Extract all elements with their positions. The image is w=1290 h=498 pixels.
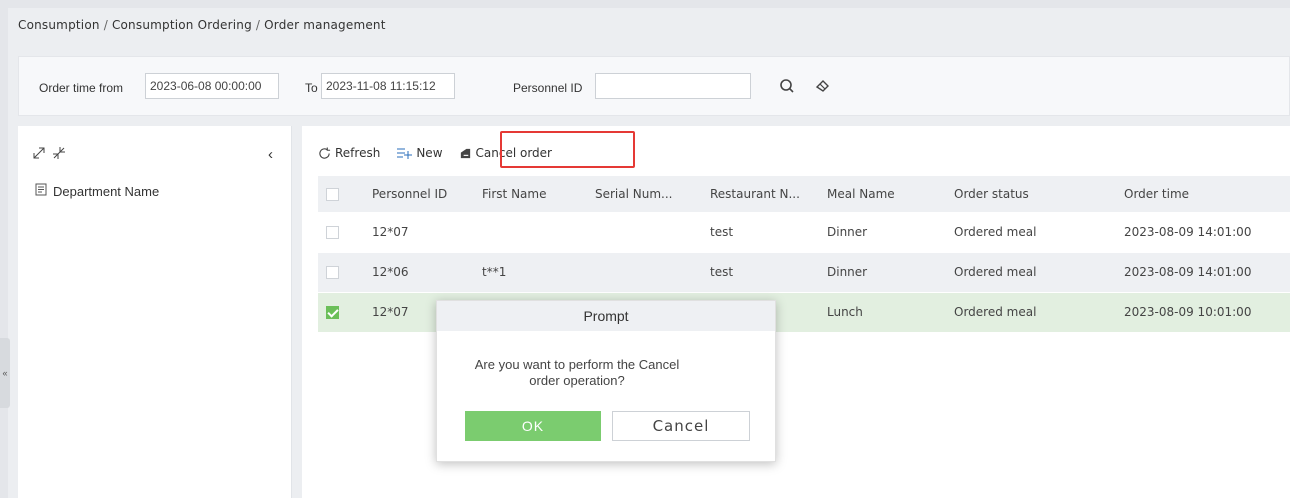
cell-serial-num xyxy=(587,212,702,253)
cell-restaurant: test xyxy=(702,252,819,293)
order-time-to-input[interactable]: 2023-11-08 11:15:12 xyxy=(321,73,455,99)
row-checkbox-checked[interactable] xyxy=(326,306,339,319)
department-panel: ‹ Department Name xyxy=(18,126,292,498)
breadcrumb-item-consumption-ordering[interactable]: Consumption Ordering xyxy=(112,18,252,32)
cell-serial-num xyxy=(587,252,702,293)
cell-order-status: Ordered meal xyxy=(946,252,1116,293)
personnel-id-input[interactable] xyxy=(595,73,751,99)
cancel-button[interactable]: Cancel xyxy=(612,411,750,441)
new-button[interactable]: New xyxy=(396,146,443,160)
column-header-personnel-id[interactable]: Personnel ID xyxy=(364,176,474,212)
breadcrumb-separator: / xyxy=(103,18,108,32)
collapse-all-icon[interactable] xyxy=(52,146,66,163)
cell-personnel-id: 12*06 xyxy=(364,252,474,293)
ok-button[interactable]: OK xyxy=(465,411,601,441)
cell-meal-name: Dinner xyxy=(819,252,946,293)
cell-order-time: 2023-08-09 10:01:00 xyxy=(1116,292,1290,333)
refresh-button[interactable]: Refresh xyxy=(318,146,380,160)
cell-meal-name: Lunch xyxy=(819,292,946,333)
breadcrumb-item-consumption[interactable]: Consumption xyxy=(18,18,100,32)
eraser-icon[interactable] xyxy=(811,74,835,98)
column-header-meal-name[interactable]: Meal Name xyxy=(819,176,946,212)
document-icon xyxy=(35,183,47,199)
dialog-title: Prompt xyxy=(437,301,775,331)
cancel-order-icon xyxy=(460,148,470,158)
cell-order-status: Ordered meal xyxy=(946,292,1116,333)
tree-node-label: Department Name xyxy=(53,183,160,199)
breadcrumb: Consumption / Consumption Ordering / Order m… xyxy=(18,18,386,32)
cell-order-status: Ordered meal xyxy=(946,212,1116,253)
cancel-order-highlight xyxy=(500,131,635,168)
select-all-header[interactable] xyxy=(318,176,364,212)
dialog-message: Are you want to perform the Cancel order… xyxy=(474,357,680,388)
table-row[interactable]: 12*06 t**1 test Dinner Ordered meal 2023… xyxy=(318,252,1290,293)
row-checkbox[interactable] xyxy=(326,225,339,239)
collapse-panel-arrow[interactable]: ‹ xyxy=(268,146,273,163)
column-header-first-name[interactable]: First Name xyxy=(474,176,587,212)
expand-all-icon[interactable] xyxy=(32,146,46,163)
select-all-checkbox[interactable] xyxy=(326,188,339,201)
row-checkbox[interactable] xyxy=(326,266,339,279)
filter-bar: Order time from 2023-06-08 00:00:00 To 2… xyxy=(18,56,1290,116)
cell-first-name xyxy=(474,212,587,253)
column-header-serial-num[interactable]: Serial Num... xyxy=(587,176,702,212)
cell-restaurant: test xyxy=(702,212,819,253)
add-list-icon xyxy=(397,148,413,159)
search-icon[interactable] xyxy=(775,74,799,98)
order-time-from-input[interactable]: 2023-06-08 00:00:00 xyxy=(145,73,279,99)
to-label: To xyxy=(305,81,318,95)
refresh-label: Refresh xyxy=(335,146,381,160)
column-header-order-time[interactable]: Order time xyxy=(1116,176,1290,212)
table-row[interactable]: 12*07 test Dinner Ordered meal 2023-08-0… xyxy=(318,212,1290,253)
cell-order-time: 2023-08-09 14:01:00 xyxy=(1116,252,1290,293)
new-label: New xyxy=(416,146,443,160)
column-header-order-status[interactable]: Order status xyxy=(946,176,1116,212)
cell-personnel-id: 12*07 xyxy=(364,212,474,253)
cell-order-time: 2023-08-09 14:01:00 xyxy=(1116,212,1290,253)
prompt-dialog: Prompt Are you want to perform the Cance… xyxy=(436,300,776,462)
tree-node-department[interactable]: Department Name xyxy=(35,183,159,199)
personnel-id-label: Personnel ID xyxy=(513,81,583,95)
side-panel-handle[interactable]: « xyxy=(0,338,10,408)
cell-meal-name: Dinner xyxy=(819,212,946,253)
table-header-row: Personnel ID First Name Serial Num... Re… xyxy=(318,176,1290,212)
refresh-icon xyxy=(319,146,331,159)
column-header-restaurant[interactable]: Restaurant N... xyxy=(702,176,819,212)
cell-first-name: t**1 xyxy=(474,252,587,293)
order-time-from-label: Order time from xyxy=(39,81,124,95)
breadcrumb-separator: / xyxy=(255,18,261,32)
breadcrumb-item-order-management: Order management xyxy=(264,18,386,32)
